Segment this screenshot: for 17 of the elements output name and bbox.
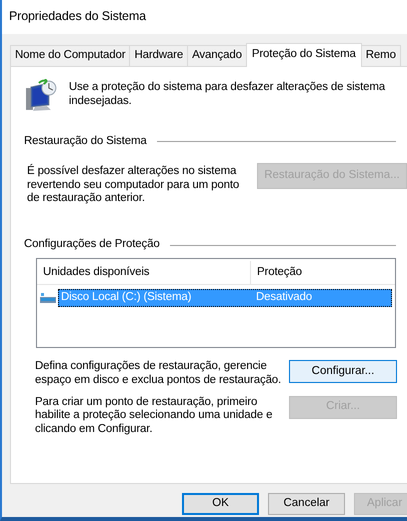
- tab[interactable]: Remo: [360, 45, 401, 66]
- dialog-button[interactable]: Cancelar: [268, 493, 345, 515]
- dialog-button[interactable]: OK: [182, 493, 259, 515]
- tab[interactable]: Proteção do Sistema: [246, 43, 362, 67]
- configure-button[interactable]: Configurar...: [289, 360, 397, 383]
- action-description: Para criar um ponto de restauração, primeiro habilite a proteção selecionando uma unidade e clicando em Configurar.: [35, 396, 274, 437]
- restore-description: É possível desfazer alterações no sistema revertendo seu computador para um ponto de restauração anterior.: [27, 164, 240, 206]
- computer-restore-icon: [25, 79, 57, 113]
- column-header[interactable]: Proteção: [251, 266, 302, 280]
- window-title: Propriedades do Sistema: [9, 9, 146, 23]
- drive-icon: [40, 292, 56, 303]
- action-description: Defina configurações de restauração, gerencie espaço em disco e exclua pontos de restauração.: [35, 360, 282, 388]
- section-heading: Configurações de Proteção: [24, 238, 160, 252]
- section-heading: Restauração do Sistema: [24, 135, 147, 149]
- column-header[interactable]: Unidades disponíveis: [37, 260, 251, 284]
- intro-text: Use a proteção do sistema para desfazer alterações de sistema indesejadas.: [68, 80, 386, 109]
- tab[interactable]: Nome do Computador: [10, 45, 130, 66]
